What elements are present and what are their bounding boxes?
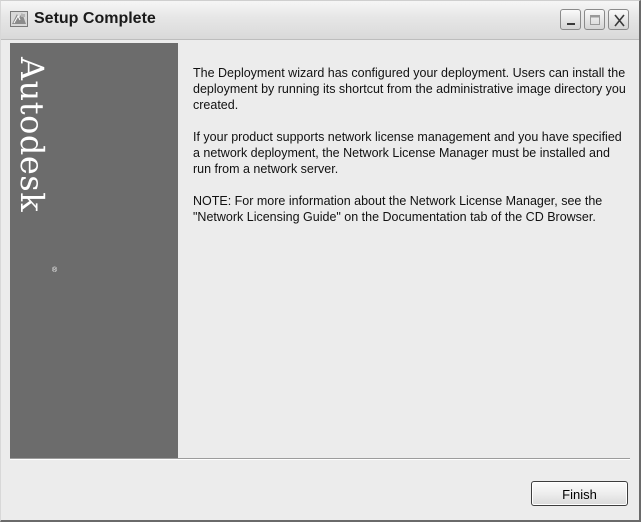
message-area: The Deployment wizard has configured you…	[193, 65, 629, 241]
message-paragraph-deployment: The Deployment wizard has configured you…	[193, 66, 626, 112]
maximize-icon	[590, 15, 600, 25]
minimize-icon	[567, 23, 575, 25]
maximize-button[interactable]	[584, 9, 605, 30]
footer-divider-highlight	[10, 459, 630, 460]
window-title: Setup Complete	[34, 10, 156, 27]
setup-complete-window: Setup Complete Autodesk ® The Deployment…	[0, 0, 641, 522]
minimize-button[interactable]	[560, 9, 581, 30]
autodesk-logo-text: Autodesk	[13, 57, 51, 213]
message-paragraph-network: If your product supports network license…	[193, 130, 622, 176]
close-icon	[614, 14, 625, 27]
registered-mark: ®	[52, 267, 58, 274]
finish-button[interactable]: Finish	[531, 481, 628, 506]
close-button[interactable]	[608, 9, 629, 30]
title-bar[interactable]: Setup Complete	[1, 1, 639, 40]
message-paragraph-note: NOTE: For more information about the Net…	[193, 194, 603, 224]
autodesk-app-icon	[10, 11, 28, 27]
brand-sidebar: Autodesk ®	[10, 43, 178, 458]
